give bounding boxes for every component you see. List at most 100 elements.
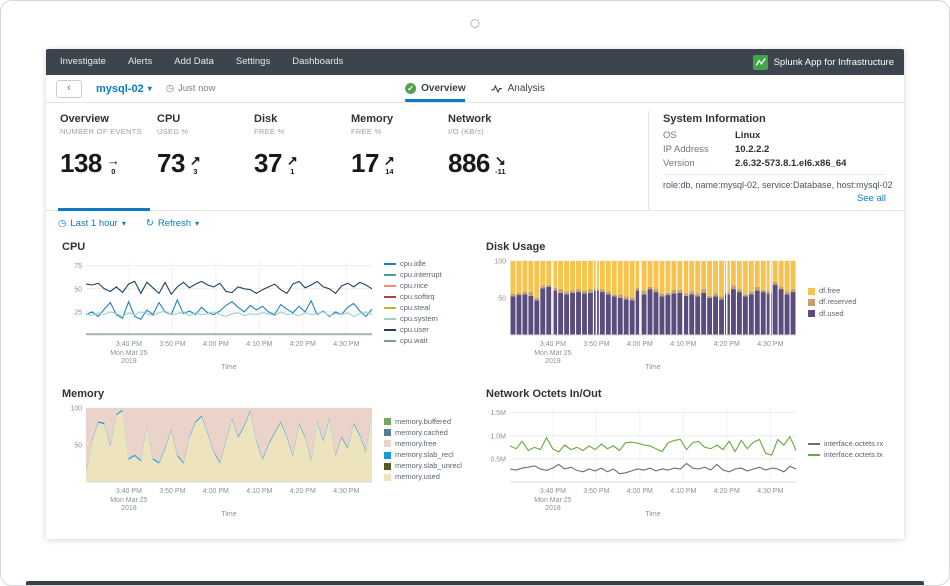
back-button[interactable]: ‹ bbox=[56, 79, 82, 98]
svg-text:100: 100 bbox=[494, 259, 506, 266]
kpi-tile-memory[interactable]: Memory FREE % 17 ↗ 14 bbox=[349, 111, 446, 210]
svg-text:3:40 PM: 3:40 PM bbox=[116, 488, 142, 495]
svg-text:2019: 2019 bbox=[545, 505, 561, 512]
legend-label: interface.octets.tx bbox=[824, 450, 883, 459]
network-chart-legend: interface.octets.rx interface.octets.tx bbox=[808, 439, 883, 460]
svg-text:3:50 PM: 3:50 PM bbox=[583, 488, 609, 495]
kpi-delta: 0 bbox=[111, 166, 116, 176]
legend-item: memory.cached bbox=[384, 428, 462, 438]
kpi-subtitle: FREE % bbox=[351, 127, 382, 136]
kpi-delta: 1 bbox=[290, 166, 295, 176]
tab-overview[interactable]: ✓ Overview bbox=[405, 75, 466, 102]
kpi-value: 886 bbox=[448, 148, 490, 178]
legend-swatch bbox=[384, 429, 391, 437]
freshness-indicator: ◷ Just now bbox=[166, 83, 216, 94]
view-tabs: ✓ Overview Analysis bbox=[405, 75, 545, 102]
legend-item: df.reserved bbox=[808, 297, 857, 307]
network-chart-svg: 0.5M 1.0M 1.5M 3:40 PM 3:50 PM 4:00 PM 4:10 PM… bbox=[490, 408, 797, 518]
legend-item: cpu.softirq bbox=[384, 292, 442, 302]
freshness-label: Just now bbox=[178, 83, 216, 94]
nav-dashboards[interactable]: Dashboards bbox=[281, 49, 354, 75]
legend-item: memory.buffered bbox=[384, 417, 462, 427]
sys-version-value: 2.6.32-573.8.1.el6.x86_64 bbox=[735, 158, 847, 169]
network-chart-panel: Network Octets In/Out 0.5M 1.0M 1.5M 3:40 P… bbox=[482, 382, 892, 523]
svg-text:4:20 PM: 4:20 PM bbox=[290, 488, 316, 495]
legend-swatch bbox=[808, 442, 820, 445]
kpi-subtitle: FREE % bbox=[254, 127, 285, 136]
time-range-picker[interactable]: ◷ Last 1 hour ▾ bbox=[58, 218, 126, 229]
svg-text:4:00 PM: 4:00 PM bbox=[627, 488, 653, 495]
kpi-title: Disk bbox=[254, 113, 278, 125]
system-information-title: System Information bbox=[663, 113, 766, 125]
svg-text:Mon Mar 25: Mon Mar 25 bbox=[110, 497, 147, 504]
kpi-value: 37 bbox=[254, 148, 282, 178]
nav-investigate[interactable]: Investigate bbox=[56, 49, 117, 75]
svg-text:4:10 PM: 4:10 PM bbox=[670, 341, 696, 348]
svg-text:4:10 PM: 4:10 PM bbox=[246, 341, 272, 348]
svg-text:4:10 PM: 4:10 PM bbox=[670, 488, 696, 495]
see-all-link[interactable]: See all bbox=[663, 193, 886, 204]
nav-alerts[interactable]: Alerts bbox=[117, 49, 163, 75]
legend-label: memory.slab_unrecl bbox=[395, 461, 462, 471]
kpi-tile-overview[interactable]: Overview NUMBER OF EVENTS 138 → 0 bbox=[58, 111, 155, 211]
chart-title: Network Octets In/Out bbox=[486, 388, 602, 400]
sys-ip-value: 10.2.2.2 bbox=[735, 144, 770, 155]
trend-down-icon: ↘ bbox=[494, 152, 506, 168]
kpi-tile-disk[interactable]: Disk FREE % 37 ↗ 1 bbox=[252, 111, 349, 210]
trend-up-icon: ↗ bbox=[286, 152, 298, 168]
entity-selector[interactable]: mysql-02 ▾ bbox=[96, 83, 152, 95]
svg-text:0.5M: 0.5M bbox=[490, 456, 506, 463]
legend-item: memory.free bbox=[384, 439, 462, 449]
refresh-picker[interactable]: ↻ Refresh ▾ bbox=[146, 218, 199, 229]
svg-text:3:40 PM: 3:40 PM bbox=[540, 341, 566, 348]
memory-chart-legend: memory.buffered memory.cached memory.free m… bbox=[384, 417, 462, 483]
legend-label: cpu.user bbox=[400, 325, 429, 335]
sys-version-label: Version bbox=[663, 158, 695, 169]
legend-item: interface.octets.rx bbox=[808, 439, 883, 449]
chart-title: Memory bbox=[62, 388, 105, 400]
legend-item: cpu.interrupt bbox=[384, 270, 442, 280]
caret-down-icon: ▾ bbox=[195, 219, 200, 228]
svg-text:3:50 PM: 3:50 PM bbox=[159, 341, 185, 348]
legend-item: cpu.wait bbox=[384, 336, 442, 346]
nav-add-data[interactable]: Add Data bbox=[163, 49, 225, 75]
memory-chart-svg: 50 100 3:40 PM 3:50 PM 4:00 PM 4:10 PM 4:20 PM… bbox=[70, 406, 372, 518]
kpi-tile-network[interactable]: Network I/O (KB/s) 886 ↘ -11 bbox=[446, 111, 543, 210]
tab-analysis[interactable]: Analysis bbox=[491, 75, 545, 102]
legend-swatch bbox=[808, 454, 820, 457]
pulse-icon bbox=[491, 84, 503, 93]
legend-item: interface.octets.tx bbox=[808, 450, 883, 460]
app-window: Investigate Alerts Add Data Settings Das… bbox=[46, 49, 904, 539]
legend-label: cpu.idle bbox=[400, 258, 426, 268]
svg-text:Time: Time bbox=[221, 364, 236, 371]
tab-overview-label: Overview bbox=[421, 83, 466, 94]
kpi-title: Memory bbox=[351, 113, 394, 125]
cpu-chart-panel: CPU 25 50 75 3:40 PM 3:50 PM 4:00 PM 4:10 PM 4:… bbox=[58, 235, 468, 376]
svg-text:1.5M: 1.5M bbox=[490, 410, 506, 417]
cpu-chart-svg: 25 50 75 3:40 PM 3:50 PM 4:00 PM 4:10 PM 4:20 P… bbox=[74, 261, 373, 371]
legend-swatch bbox=[384, 462, 391, 470]
disk-chart-panel: Disk Usage 50 100 3:40 PM 3:50 PM 4:00 PM 4:1… bbox=[482, 235, 892, 376]
legend-item: memory.slab_unrecl bbox=[384, 461, 462, 471]
camera-dot bbox=[470, 19, 480, 28]
kpi-delta: 14 bbox=[385, 166, 394, 176]
nav-settings[interactable]: Settings bbox=[225, 49, 281, 75]
svg-text:4:00 PM: 4:00 PM bbox=[203, 341, 229, 348]
svg-text:4:30 PM: 4:30 PM bbox=[333, 488, 359, 495]
chart-title: CPU bbox=[62, 241, 86, 253]
svg-text:3:40 PM: 3:40 PM bbox=[540, 488, 566, 495]
refresh-icon: ↻ bbox=[145, 218, 154, 229]
legend-item: memory.used bbox=[384, 472, 462, 482]
legend-label: cpu.nice bbox=[400, 280, 428, 290]
kpi-delta: 3 bbox=[193, 166, 198, 176]
disk-chart-legend: df.free df.reserved df.used bbox=[808, 286, 857, 318]
cpu-chart-legend: cpu.idle cpu.interrupt cpu.nice cpu.softirq… bbox=[384, 259, 442, 347]
svg-text:Time: Time bbox=[645, 364, 660, 371]
trend-up-icon: ↗ bbox=[383, 152, 395, 168]
memory-chart-plot: 50 100 3:40 PM 3:50 PM 4:00 PM 4:10 PM 4:20 PM… bbox=[58, 400, 380, 523]
disk-chart-svg: 50 100 3:40 PM 3:50 PM 4:00 PM 4:10 PM 4:20 PM… bbox=[494, 259, 796, 371]
legend-label: df.free bbox=[819, 286, 841, 296]
sys-os-label: OS bbox=[663, 130, 677, 141]
kpi-tile-cpu[interactable]: CPU USED % 73 ↗ 3 bbox=[155, 111, 252, 210]
device-frame: Investigate Alerts Add Data Settings Das… bbox=[0, 0, 950, 586]
